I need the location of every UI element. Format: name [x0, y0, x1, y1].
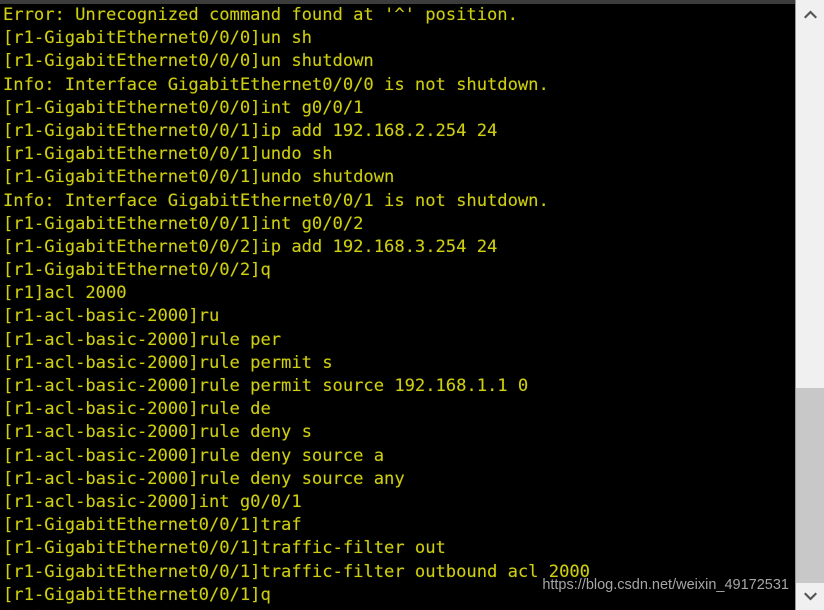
console-line: [r1-GigabitEthernet0/0/2]ip add 192.168.… — [3, 236, 498, 257]
scroll-down-arrow-button[interactable] — [796, 582, 824, 610]
console-line: [r1-acl-basic-2000]rule de — [3, 399, 271, 420]
scroll-up-arrow-button[interactable] — [796, 0, 824, 28]
console-line: Error: Unrecognized command found at '^'… — [3, 5, 518, 25]
terminal-window: Error: Unrecognized command found at '^'… — [0, 0, 824, 610]
console-line: [r1-acl-basic-2000]rule deny source a — [3, 445, 385, 466]
console-line: [r1-acl-basic-2000]rule per — [3, 329, 282, 350]
chevron-down-icon — [803, 591, 817, 601]
scrollbar-thumb[interactable] — [796, 388, 824, 583]
console-line-list: Error: Unrecognized command found at '^'… — [3, 4, 795, 610]
console-line: [r1-acl-basic-2000]rule permit source 19… — [3, 376, 529, 396]
console-line: [r1-GigabitEthernet0/0/0]int g0/0/1 — [3, 97, 364, 118]
console-output-area[interactable]: Error: Unrecognized command found at '^'… — [0, 0, 795, 610]
console-line: [r1-acl-basic-2000]rule deny source any — [3, 468, 405, 489]
vertical-scrollbar[interactable] — [795, 0, 824, 610]
console-line: [r1-GigabitEthernet0/0/1]undo shutdown — [3, 167, 395, 188]
chevron-up-icon — [803, 9, 817, 19]
console-line: [r1-GigabitEthernet0/0/1]traffic-filter … — [3, 561, 590, 582]
console-line: [r1]acl 2000 — [3, 283, 127, 304]
console-line: [r1-GigabitEthernet0/0/1]traffic-filter … — [3, 538, 446, 559]
window-top-strip — [0, 0, 795, 4]
console-line: [r1-GigabitEthernet0/0/1]traf — [3, 515, 302, 536]
console-line: [r1-GigabitEthernet0/0/1]q — [3, 584, 271, 605]
console-line: [r1-GigabitEthernet0/0/0]un sh — [3, 28, 312, 49]
console-line: [r1-GigabitEthernet0/0/0]un shutdown — [3, 51, 374, 72]
scrollbar-track[interactable] — [796, 28, 824, 583]
console-line: [r1-acl-basic-2000]rule deny s — [3, 422, 312, 443]
console-line: [r1-GigabitEthernet0/0/2]q — [3, 260, 271, 281]
console-line: Info: Interface GigabitEthernet0/0/0 is … — [3, 74, 549, 95]
console-line: [r1-GigabitEthernet0/0/1]ip add 192.168.… — [3, 120, 498, 141]
console-line: [r1-GigabitEthernet0/0/1]int g0/0/2 — [3, 213, 364, 234]
console-line: [r1-acl-basic-2000]ru — [3, 306, 220, 327]
console-line: [r1-acl-basic-2000]rule permit s — [3, 352, 333, 373]
console-line: [r1-GigabitEthernet0/0/1]undo sh — [3, 144, 333, 165]
console-line: [r1-acl-basic-2000]int g0/0/1 — [3, 491, 302, 512]
console-line: Info: Interface GigabitEthernet0/0/1 is … — [3, 190, 549, 211]
